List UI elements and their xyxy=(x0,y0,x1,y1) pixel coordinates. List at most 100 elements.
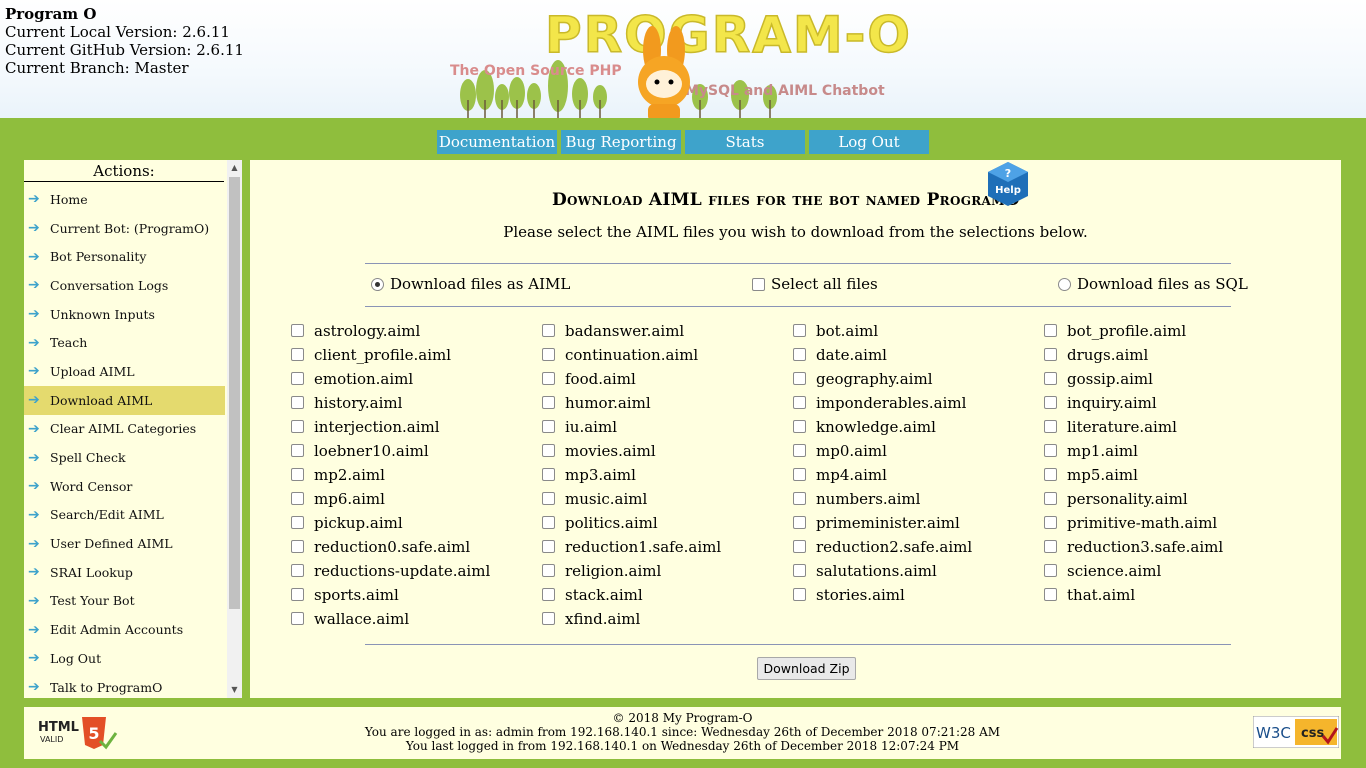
file-checkbox[interactable] xyxy=(542,612,555,625)
file-option[interactable]: xfind.aiml xyxy=(542,610,640,634)
file-checkbox[interactable] xyxy=(1044,348,1057,361)
file-option[interactable]: that.aiml xyxy=(1044,586,1135,610)
file-option[interactable]: literature.aiml xyxy=(1044,418,1177,442)
file-option[interactable]: food.aiml xyxy=(542,370,636,394)
file-checkbox[interactable] xyxy=(793,540,806,553)
select-all-checkbox[interactable] xyxy=(752,277,765,291)
sidebar-item[interactable]: ➔ Bot Personality xyxy=(24,242,225,271)
sidebar-item[interactable]: ➔ Word Censor xyxy=(24,472,225,501)
file-checkbox[interactable] xyxy=(291,348,304,361)
file-option[interactable]: wallace.aiml xyxy=(291,610,409,634)
nav-documentation[interactable]: Documentation xyxy=(437,130,557,154)
file-option[interactable]: reduction3.safe.aiml xyxy=(1044,538,1223,562)
help-icon[interactable]: ? Help xyxy=(986,160,1030,208)
file-option[interactable]: client_profile.aiml xyxy=(291,346,451,370)
file-option[interactable]: stack.aiml xyxy=(542,586,643,610)
file-checkbox[interactable] xyxy=(542,540,555,553)
file-option[interactable]: humor.aiml xyxy=(542,394,651,418)
file-option[interactable]: personality.aiml xyxy=(1044,490,1188,514)
file-option[interactable]: geography.aiml xyxy=(793,370,933,394)
download-zip-button[interactable]: Download Zip xyxy=(757,657,856,680)
option-aiml[interactable]: Download files as AIML xyxy=(371,275,570,293)
sidebar-item[interactable]: ➔ Download AIML xyxy=(24,385,225,415)
file-option[interactable]: mp0.aiml xyxy=(793,442,887,466)
file-checkbox[interactable] xyxy=(542,444,555,457)
aiml-radio[interactable] xyxy=(371,277,384,291)
file-option[interactable]: reductions-update.aiml xyxy=(291,562,490,586)
file-checkbox[interactable] xyxy=(542,588,555,601)
file-checkbox[interactable] xyxy=(291,540,304,553)
sidebar-item[interactable]: ➔ Spell Check xyxy=(24,443,225,472)
file-checkbox[interactable] xyxy=(542,420,555,433)
file-option[interactable]: science.aiml xyxy=(1044,562,1161,586)
file-checkbox[interactable] xyxy=(793,468,806,481)
sidebar-item[interactable]: ➔ Log Out xyxy=(24,644,225,673)
scroll-thumb[interactable] xyxy=(229,177,240,609)
file-checkbox[interactable] xyxy=(1044,564,1057,577)
file-option[interactable]: gossip.aiml xyxy=(1044,370,1153,394)
file-checkbox[interactable] xyxy=(291,468,304,481)
file-option[interactable]: continuation.aiml xyxy=(542,346,698,370)
file-checkbox[interactable] xyxy=(1044,516,1057,529)
file-checkbox[interactable] xyxy=(793,420,806,433)
file-option[interactable]: bot_profile.aiml xyxy=(1044,322,1186,346)
file-checkbox[interactable] xyxy=(291,372,304,385)
sidebar-scrollbar[interactable]: ▲ ▼ xyxy=(227,160,242,698)
file-checkbox[interactable] xyxy=(542,492,555,505)
file-checkbox[interactable] xyxy=(542,324,555,337)
file-checkbox[interactable] xyxy=(793,564,806,577)
file-option[interactable]: religion.aiml xyxy=(542,562,661,586)
file-option[interactable]: pickup.aiml xyxy=(291,514,403,538)
file-option[interactable]: emotion.aiml xyxy=(291,370,413,394)
file-checkbox[interactable] xyxy=(542,516,555,529)
file-checkbox[interactable] xyxy=(542,564,555,577)
file-checkbox[interactable] xyxy=(793,516,806,529)
file-option[interactable]: inquiry.aiml xyxy=(1044,394,1157,418)
scroll-up-icon[interactable]: ▲ xyxy=(227,160,242,176)
file-option[interactable]: stories.aiml xyxy=(793,586,905,610)
file-option[interactable]: knowledge.aiml xyxy=(793,418,936,442)
sidebar-item[interactable]: ➔ Home xyxy=(24,185,225,214)
w3c-css-badge[interactable]: W3C css xyxy=(1253,716,1339,748)
file-checkbox[interactable] xyxy=(291,564,304,577)
file-checkbox[interactable] xyxy=(291,396,304,409)
file-option[interactable]: imponderables.aiml xyxy=(793,394,966,418)
file-checkbox[interactable] xyxy=(1044,468,1057,481)
nav-log-out[interactable]: Log Out xyxy=(809,130,929,154)
sidebar-item[interactable]: ➔ Search/Edit AIML xyxy=(24,501,225,530)
sidebar-item[interactable]: ➔ Unknown Inputs xyxy=(24,300,225,329)
file-option[interactable]: iu.aiml xyxy=(542,418,617,442)
file-checkbox[interactable] xyxy=(1044,540,1057,553)
file-option[interactable]: sports.aiml xyxy=(291,586,399,610)
file-option[interactable]: mp2.aiml xyxy=(291,466,385,490)
file-checkbox[interactable] xyxy=(1044,444,1057,457)
scroll-down-icon[interactable]: ▼ xyxy=(227,682,242,698)
nav-bug-reporting[interactable]: Bug Reporting xyxy=(561,130,681,154)
file-checkbox[interactable] xyxy=(1044,492,1057,505)
file-checkbox[interactable] xyxy=(291,492,304,505)
file-option[interactable]: primeminister.aiml xyxy=(793,514,960,538)
option-sql[interactable]: Download files as SQL xyxy=(1058,275,1248,293)
file-checkbox[interactable] xyxy=(1044,396,1057,409)
file-checkbox[interactable] xyxy=(1044,588,1057,601)
file-option[interactable]: numbers.aiml xyxy=(793,490,920,514)
file-option[interactable]: mp3.aiml xyxy=(542,466,636,490)
sidebar-item[interactable]: ➔ Upload AIML xyxy=(24,357,225,386)
file-checkbox[interactable] xyxy=(793,396,806,409)
file-option[interactable]: music.aiml xyxy=(542,490,647,514)
sidebar-item[interactable]: ➔ Current Bot: (ProgramO) xyxy=(24,214,225,243)
file-checkbox[interactable] xyxy=(793,444,806,457)
sidebar-item[interactable]: ➔ SRAI Lookup xyxy=(24,558,225,587)
file-checkbox[interactable] xyxy=(1044,324,1057,337)
file-checkbox[interactable] xyxy=(1044,372,1057,385)
file-option[interactable]: mp4.aiml xyxy=(793,466,887,490)
file-option[interactable]: loebner10.aiml xyxy=(291,442,429,466)
file-checkbox[interactable] xyxy=(291,588,304,601)
file-option[interactable]: movies.aiml xyxy=(542,442,656,466)
file-option[interactable]: reduction0.safe.aiml xyxy=(291,538,470,562)
file-option[interactable]: bot.aiml xyxy=(793,322,878,346)
file-option[interactable]: interjection.aiml xyxy=(291,418,440,442)
sidebar-item[interactable]: ➔ Talk to ProgramO xyxy=(24,673,225,698)
file-checkbox[interactable] xyxy=(1044,420,1057,433)
file-checkbox[interactable] xyxy=(291,420,304,433)
